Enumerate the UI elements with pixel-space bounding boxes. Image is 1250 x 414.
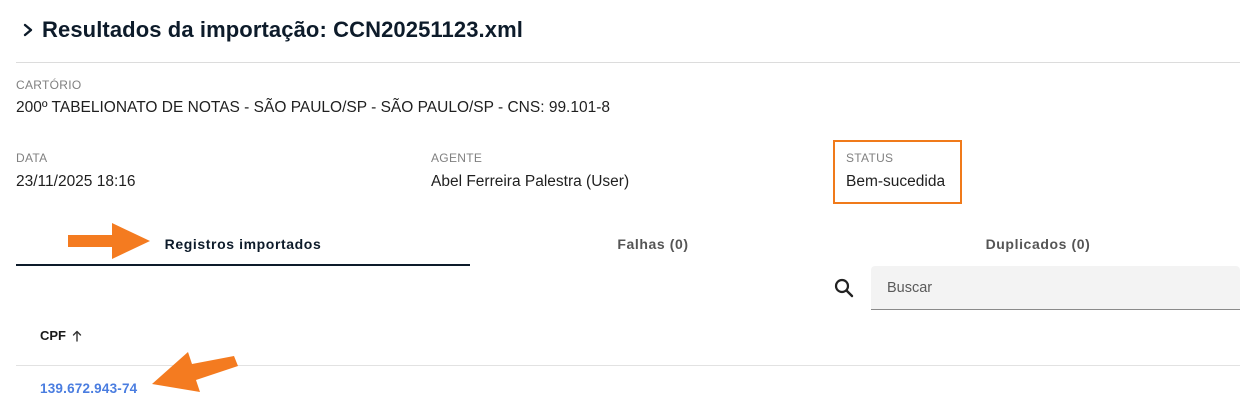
cartorio-value: 200º TABELIONATO DE NOTAS - SÃO PAULO/SP…	[16, 99, 611, 116]
agente-value: Abel Ferreira Palestra (User)	[431, 173, 630, 190]
tab-duplicados[interactable]: Duplicados (0)	[836, 222, 1240, 266]
tab-bar: Registros importados Falhas (0) Duplicad…	[16, 222, 1240, 266]
agente-label: AGENTE	[431, 151, 483, 165]
cartorio-label: CARTÓRIO	[16, 78, 82, 92]
search-input[interactable]	[871, 266, 1240, 309]
arrow-annotation-icon	[150, 348, 242, 401]
status-label: STATUS	[846, 151, 894, 165]
status-value: Bem-sucedida	[846, 173, 946, 190]
tab-falhas[interactable]: Falhas (0)	[470, 222, 836, 266]
search-field[interactable]	[871, 266, 1240, 310]
column-header-label: CPF	[40, 328, 66, 343]
table-row-cpf-link[interactable]: 139.672.943-74	[40, 381, 137, 396]
column-header-cpf[interactable]: CPF	[40, 328, 82, 343]
page-header: Resultados da importação: CCN20251123.xm…	[22, 16, 523, 44]
arrow-annotation-icon	[66, 221, 152, 266]
chevron-right-icon	[22, 16, 36, 44]
data-value: 23/11/2025 18:16	[16, 173, 136, 190]
search-icon[interactable]	[832, 276, 856, 300]
header-divider	[16, 62, 1240, 63]
data-label: DATA	[16, 151, 48, 165]
arrow-up-icon	[72, 330, 82, 342]
status-highlight-box	[833, 140, 962, 204]
page-title: Resultados da importação: CCN20251123.xm…	[42, 17, 523, 42]
